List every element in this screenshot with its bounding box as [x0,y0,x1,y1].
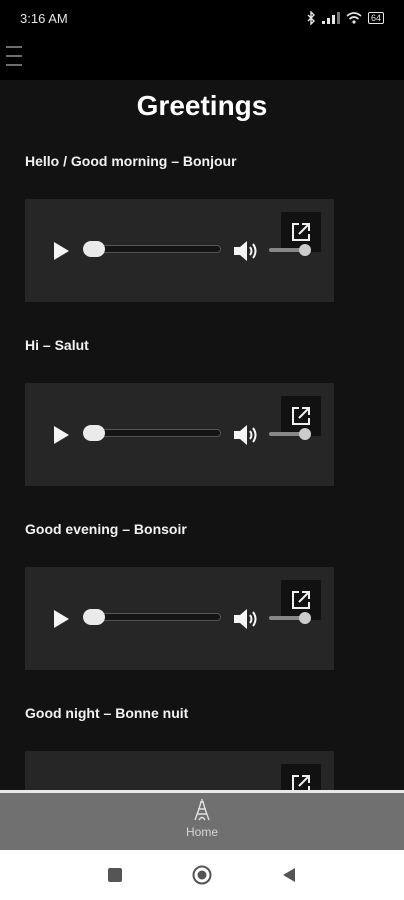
nav-home-label: Home [185,825,218,839]
audio-player [25,383,334,486]
home-circle-icon[interactable] [192,865,212,885]
top-bar [0,36,404,80]
play-icon[interactable] [51,425,71,445]
hamburger-menu-icon[interactable] [6,46,22,66]
phrase-label: Hi – Salut [25,337,89,353]
open-external-icon [292,407,310,425]
signal-icon [321,12,340,24]
wifi-icon [346,12,362,24]
status-time: 3:16 AM [20,10,68,26]
volume-thumb[interactable] [299,244,311,256]
main-content[interactable]: Greetings Hello / Good morning – Bonjour… [0,80,404,790]
volume-icon[interactable] [233,239,261,263]
play-icon[interactable] [51,609,71,629]
open-external-icon [292,775,310,790]
status-icons: 64 [306,11,384,25]
seek-bar[interactable] [85,245,221,253]
seek-bar[interactable] [85,429,221,437]
audio-player [25,567,334,670]
system-nav [0,850,404,900]
audio-player [25,751,334,790]
battery-icon: 64 [367,12,384,24]
page-title: Greetings [136,90,268,121]
phrase-label: Good night – Bonne nuit [25,705,189,721]
volume-thumb[interactable] [299,612,311,624]
status-bar: 3:16 AM 64 [0,0,404,36]
volume-icon[interactable] [233,607,261,631]
phrase-label: Good evening – Bonsoir [25,521,187,537]
eiffel-tower-icon [194,799,210,821]
volume-icon[interactable] [233,423,261,447]
bottom-nav: Home [0,790,404,850]
volume-thumb[interactable] [299,428,311,440]
seek-thumb[interactable] [83,241,105,257]
audio-player [25,199,334,302]
seek-thumb[interactable] [83,609,105,625]
play-icon[interactable] [51,241,71,261]
nav-home-button[interactable]: Home [172,799,232,847]
open-external-icon [292,591,310,609]
open-external-icon [292,223,310,241]
open-external-button[interactable] [281,764,321,790]
back-triangle-icon[interactable] [281,867,297,883]
phrase-label: Hello / Good morning – Bonjour [25,153,237,169]
recents-icon[interactable] [107,867,123,883]
seek-thumb[interactable] [83,425,105,441]
bluetooth-icon [307,11,315,25]
seek-bar[interactable] [85,613,221,621]
